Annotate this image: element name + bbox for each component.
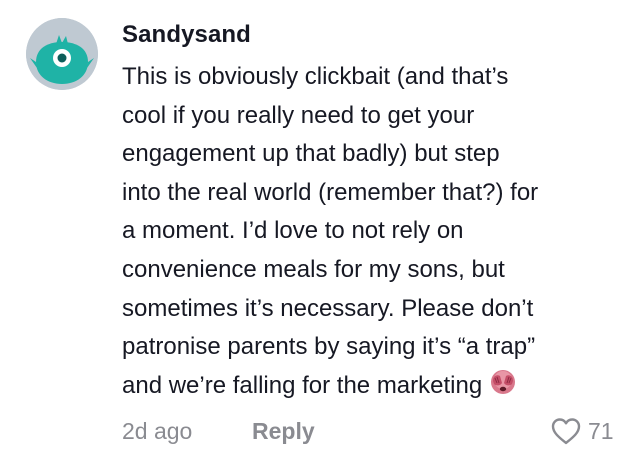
like-button[interactable]: 71 [550,414,614,448]
face-with-hands-over-eyes-icon [488,367,518,410]
comment-timestamp: 2d ago [122,418,193,444]
comment-line-last: and we’re falling for the marketing [122,367,612,410]
comment-line: cool if you really need to get your [122,101,475,129]
username[interactable]: Sandysand [122,18,622,52]
comment-line: patronise parents by saying it’s “a trap… [122,333,536,361]
reply-button[interactable]: Reply [252,414,315,448]
comment-body: Sandysand This is obviously clickbait (a… [122,18,622,409]
comment-line: convenience meals for my sons, but [122,255,505,283]
comment-line: This is obviously clickbait (and that’s [122,63,509,90]
comment-line-text: and we’re falling for the marketing [122,371,483,399]
comment-line: a moment. I’d love to not rely on [122,217,464,245]
avatar[interactable] [26,18,98,90]
comment-line: into the real world (remember that?) for [122,178,539,206]
comment-line: engagement up that badly) but step [122,140,500,168]
creature-icon [26,18,98,90]
like-count: 71 [588,418,614,444]
comment-meta: 2d ago Reply 71 [122,414,622,448]
comment-text: This is obviously clickbait (and that’s … [122,58,612,409]
comment-item: Sandysand This is obviously clickbait (a… [0,0,634,461]
heart-icon [551,418,581,445]
comment-line: sometimes it’s necessary. Please don’t [122,294,534,322]
